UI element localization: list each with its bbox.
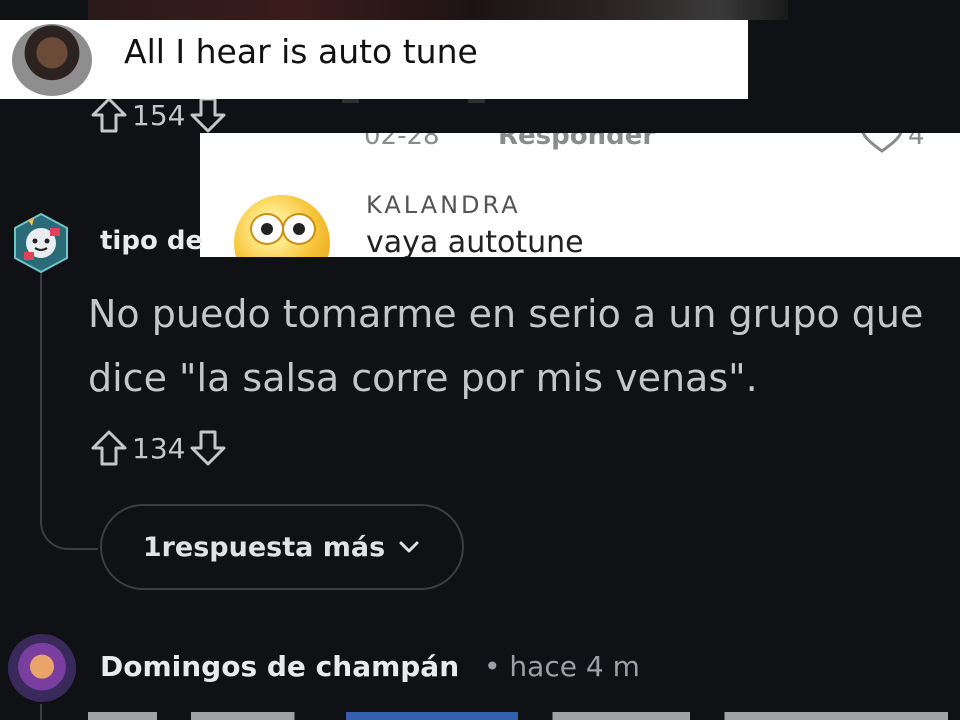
time: hace 4 m [509, 650, 640, 683]
eye-icon [250, 213, 284, 245]
username: KALANDRA [366, 191, 521, 219]
avatar[interactable] [8, 634, 76, 702]
overlay-comment-card: All I hear is auto tune [0, 20, 748, 99]
upvote-count: 154 [132, 98, 186, 132]
vote-row: 134 [88, 428, 229, 468]
video-thumbnail-strip [88, 0, 788, 20]
overlay-comment-text: vaya autotune [366, 225, 584, 257]
upvote-icon[interactable] [88, 95, 130, 135]
overlay-comment-text: All I hear is auto tune [124, 32, 478, 71]
upvote-count: 134 [132, 431, 186, 465]
upvote-icon[interactable] [88, 428, 130, 468]
vote-row: 154 [88, 95, 229, 135]
downvote-icon[interactable] [187, 95, 229, 135]
comment-timestamp: • hace 4 m [484, 650, 640, 683]
thread-line [40, 704, 42, 720]
eye-icon [282, 213, 316, 245]
more-replies-label: 1respuesta más [142, 531, 386, 563]
avatar [12, 24, 92, 96]
overlay-comment-card: 02-28 Responder 4 KALANDRA vaya autotune [200, 133, 960, 257]
avatar[interactable] [10, 212, 72, 274]
like-count: 4 [908, 133, 925, 151]
heart-icon[interactable] [860, 133, 904, 153]
username[interactable]: tipo de [100, 226, 203, 256]
emoji-avatar [234, 195, 330, 257]
downvote-icon[interactable] [187, 428, 229, 468]
more-replies-button[interactable]: 1respuesta más [100, 504, 464, 590]
chevron-down-icon [399, 541, 419, 553]
comment-date: 02-28 [364, 133, 440, 151]
reply-button[interactable]: Responder [498, 133, 655, 151]
separator: • [484, 650, 501, 683]
username[interactable]: Domingos de champán [100, 650, 459, 683]
comment-body-clipped [88, 712, 948, 720]
comment-body: No puedo tomarme en serio a un grupo que… [88, 292, 924, 400]
